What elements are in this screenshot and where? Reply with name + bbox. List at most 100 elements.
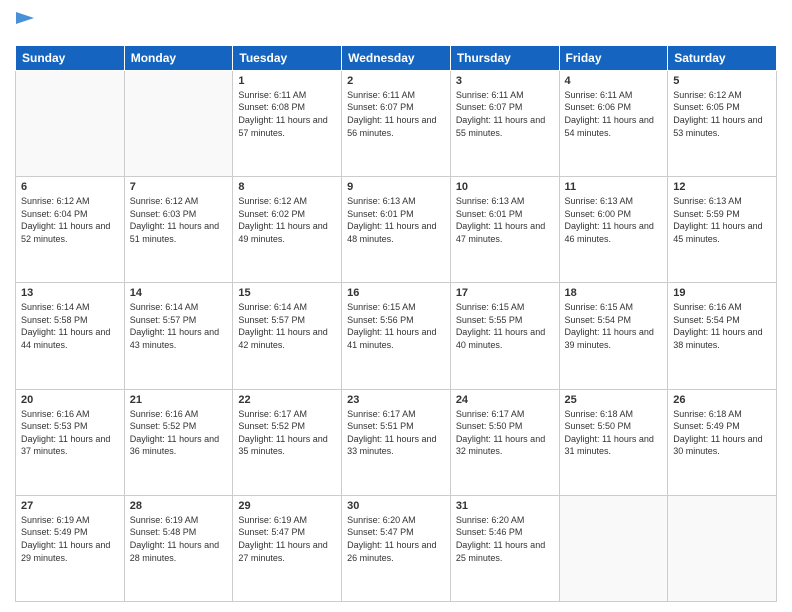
day-cell: 28Sunrise: 6:19 AM Sunset: 5:48 PM Dayli… (124, 495, 233, 601)
day-info: Sunrise: 6:20 AM Sunset: 5:47 PM Dayligh… (347, 514, 445, 564)
day-header-friday: Friday (559, 45, 668, 70)
day-header-saturday: Saturday (668, 45, 777, 70)
week-row-3: 13 Sunrise: 6:14 AM Sunset: 5:58 PM Dayli… (16, 283, 777, 389)
day-header-monday: Monday (124, 45, 233, 70)
day-number: 19 (673, 287, 771, 299)
day-number: 17 (456, 287, 554, 299)
day-info: Sunrise: 6:11 AM Sunset: 6:07 PM Dayligh… (347, 89, 445, 139)
day-number: 11 (565, 181, 663, 193)
day-info: Sunrise: 6:13 AM Sunset: 5:59 PM Dayligh… (673, 195, 771, 245)
day-cell: 14 Sunrise: 6:14 AM Sunset: 5:57 PM Dayli… (124, 283, 233, 389)
day-info: Sunrise: 6:17 AM Sunset: 5:52 PM Dayligh… (238, 408, 336, 458)
day-info: Sunrise: 6:11 AM Sunset: 6:06 PM Dayligh… (565, 89, 663, 139)
day-info: Sunrise: 6:16 AM Sunset: 5:54 PM Dayligh… (673, 301, 771, 351)
day-number: 2 (347, 75, 445, 87)
week-row-5: 27 Sunrise: 6:19 AM Sunset: 5:49 PM Dayli… (16, 495, 777, 601)
day-info: Sunrise: 6:12 AM Sunset: 6:02 PM Dayligh… (238, 195, 336, 245)
day-cell: 11 Sunrise: 6:13 AM Sunset: 6:00 PM Dayli… (559, 177, 668, 283)
day-info: Sunrise: 6:13 AM Sunset: 6:01 PM Dayligh… (456, 195, 554, 245)
day-cell: 8 Sunrise: 6:12 AM Sunset: 6:02 PM Daylig… (233, 177, 342, 283)
day-number: 24 (456, 394, 554, 406)
day-number: 14 (130, 287, 228, 299)
day-number: 25 (565, 394, 663, 406)
day-info: Sunrise: 6:13 AM Sunset: 6:00 PM Dayligh… (565, 195, 663, 245)
day-cell: 19 Sunrise: 6:16 AM Sunset: 5:54 PM Dayli… (668, 283, 777, 389)
day-number: 30 (347, 500, 445, 512)
day-info: Sunrise: 6:13 AM Sunset: 6:01 PM Dayligh… (347, 195, 445, 245)
day-info: Sunrise: 6:19 AM Sunset: 5:47 PM Dayligh… (238, 514, 336, 564)
day-number: 12 (673, 181, 771, 193)
day-cell: 27 Sunrise: 6:19 AM Sunset: 5:49 PM Dayli… (16, 495, 125, 601)
calendar: SundayMondayTuesdayWednesdayThursdayFrid… (15, 45, 777, 602)
week-row-4: 20Sunrise: 6:16 AM Sunset: 5:53 PM Dayli… (16, 389, 777, 495)
day-info: Sunrise: 6:19 AM Sunset: 5:49 PM Dayligh… (21, 514, 119, 564)
day-info: Sunrise: 6:12 AM Sunset: 6:03 PM Dayligh… (130, 195, 228, 245)
day-info: Sunrise: 6:18 AM Sunset: 5:50 PM Dayligh… (565, 408, 663, 458)
day-cell: 21 Sunrise: 6:16 AM Sunset: 5:52 PM Dayli… (124, 389, 233, 495)
day-info: Sunrise: 6:14 AM Sunset: 5:58 PM Dayligh… (21, 301, 119, 351)
day-cell (124, 70, 233, 176)
day-info: Sunrise: 6:15 AM Sunset: 5:56 PM Dayligh… (347, 301, 445, 351)
day-info: Sunrise: 6:11 AM Sunset: 6:08 PM Dayligh… (238, 89, 336, 139)
day-header-sunday: Sunday (16, 45, 125, 70)
header-row: SundayMondayTuesdayWednesdayThursdayFrid… (16, 45, 777, 70)
day-info: Sunrise: 6:14 AM Sunset: 5:57 PM Dayligh… (130, 301, 228, 351)
day-number: 18 (565, 287, 663, 299)
day-number: 7 (130, 181, 228, 193)
day-cell: 25 Sunrise: 6:18 AM Sunset: 5:50 PM Dayli… (559, 389, 668, 495)
day-cell: 15 Sunrise: 6:14 AM Sunset: 5:57 PM Dayli… (233, 283, 342, 389)
day-cell: 26 Sunrise: 6:18 AM Sunset: 5:49 PM Dayli… (668, 389, 777, 495)
day-cell: 23 Sunrise: 6:17 AM Sunset: 5:51 PM Dayli… (342, 389, 451, 495)
logo-text (15, 14, 34, 39)
day-number: 10 (456, 181, 554, 193)
day-cell: 2 Sunrise: 6:11 AM Sunset: 6:07 PM Daylig… (342, 70, 451, 176)
day-number: 5 (673, 75, 771, 87)
day-info: Sunrise: 6:12 AM Sunset: 6:05 PM Dayligh… (673, 89, 771, 139)
day-cell: 13 Sunrise: 6:14 AM Sunset: 5:58 PM Dayli… (16, 283, 125, 389)
day-cell (559, 495, 668, 601)
day-cell: 6 Sunrise: 6:12 AM Sunset: 6:04 PM Daylig… (16, 177, 125, 283)
day-cell: 10 Sunrise: 6:13 AM Sunset: 6:01 PM Dayli… (450, 177, 559, 283)
day-cell: 7 Sunrise: 6:12 AM Sunset: 6:03 PM Daylig… (124, 177, 233, 283)
day-cell: 24 Sunrise: 6:17 AM Sunset: 5:50 PM Dayli… (450, 389, 559, 495)
day-info: Sunrise: 6:11 AM Sunset: 6:07 PM Dayligh… (456, 89, 554, 139)
day-number: 4 (565, 75, 663, 87)
day-number: 20 (21, 394, 119, 406)
day-cell: 22Sunrise: 6:17 AM Sunset: 5:52 PM Dayli… (233, 389, 342, 495)
day-number: 15 (238, 287, 336, 299)
day-info: Sunrise: 6:17 AM Sunset: 5:51 PM Dayligh… (347, 408, 445, 458)
day-cell: 17Sunrise: 6:15 AM Sunset: 5:55 PM Dayli… (450, 283, 559, 389)
day-info: Sunrise: 6:15 AM Sunset: 5:54 PM Dayligh… (565, 301, 663, 351)
day-number: 21 (130, 394, 228, 406)
day-cell: 3 Sunrise: 6:11 AM Sunset: 6:07 PM Daylig… (450, 70, 559, 176)
logo (15, 14, 34, 39)
day-cell (16, 70, 125, 176)
day-info: Sunrise: 6:12 AM Sunset: 6:04 PM Dayligh… (21, 195, 119, 245)
day-header-wednesday: Wednesday (342, 45, 451, 70)
day-number: 9 (347, 181, 445, 193)
day-cell: 31 Sunrise: 6:20 AM Sunset: 5:46 PM Dayli… (450, 495, 559, 601)
week-row-1: 1Sunrise: 6:11 AM Sunset: 6:08 PM Daylig… (16, 70, 777, 176)
day-cell: 5 Sunrise: 6:12 AM Sunset: 6:05 PM Daylig… (668, 70, 777, 176)
logo-flag-icon (16, 12, 34, 34)
day-number: 3 (456, 75, 554, 87)
day-cell: 4 Sunrise: 6:11 AM Sunset: 6:06 PM Daylig… (559, 70, 668, 176)
header (15, 10, 777, 39)
day-number: 27 (21, 500, 119, 512)
day-info: Sunrise: 6:17 AM Sunset: 5:50 PM Dayligh… (456, 408, 554, 458)
day-cell: 1Sunrise: 6:11 AM Sunset: 6:08 PM Daylig… (233, 70, 342, 176)
day-info: Sunrise: 6:20 AM Sunset: 5:46 PM Dayligh… (456, 514, 554, 564)
day-number: 28 (130, 500, 228, 512)
day-info: Sunrise: 6:14 AM Sunset: 5:57 PM Dayligh… (238, 301, 336, 351)
day-cell: 12 Sunrise: 6:13 AM Sunset: 5:59 PM Dayli… (668, 177, 777, 283)
day-number: 31 (456, 500, 554, 512)
day-info: Sunrise: 6:16 AM Sunset: 5:52 PM Dayligh… (130, 408, 228, 458)
day-number: 13 (21, 287, 119, 299)
day-cell: 16Sunrise: 6:15 AM Sunset: 5:56 PM Dayli… (342, 283, 451, 389)
day-info: Sunrise: 6:18 AM Sunset: 5:49 PM Dayligh… (673, 408, 771, 458)
day-cell: 9 Sunrise: 6:13 AM Sunset: 6:01 PM Daylig… (342, 177, 451, 283)
day-number: 23 (347, 394, 445, 406)
day-number: 8 (238, 181, 336, 193)
day-number: 26 (673, 394, 771, 406)
day-number: 6 (21, 181, 119, 193)
